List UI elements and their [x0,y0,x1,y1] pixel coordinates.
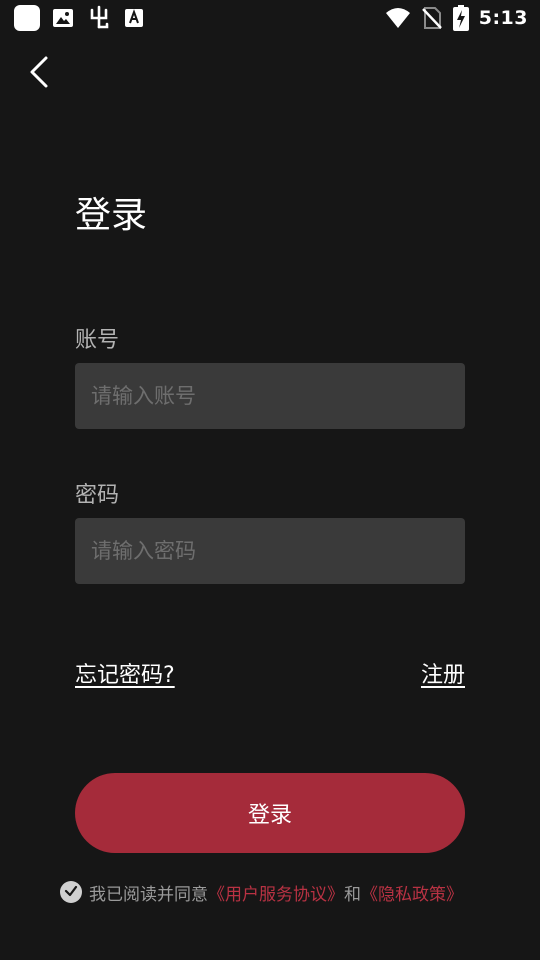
status-bar: 5:13 [0,0,540,36]
no-sim-icon [421,6,443,30]
status-right-icons: 5:13 [385,5,528,31]
privacy-policy-link[interactable]: 《隐私政策》 [361,880,463,905]
account-input[interactable] [75,363,465,429]
agreement-prefix: 我已阅读并同意 [89,884,208,905]
back-button[interactable] [22,54,56,94]
user-agreement-link[interactable]: 《用户服务协议》 [208,880,344,905]
password-label: 密码 [75,483,120,508]
chevron-left-icon [28,55,50,93]
status-left-icons [14,5,144,31]
app-square-icon [14,5,40,31]
wifi-icon [385,7,411,29]
agreement-checkbox[interactable] [60,881,82,903]
checkmark-icon [64,882,78,902]
login-screen: 5:13 登录 账号 密码 忘记密码? 注册 登录 我已阅读并同意 《用户服务协… [0,0,540,960]
agreement-row: 我已阅读并同意 《用户服务协议》 和 《隐私政策》 [60,878,463,906]
login-button[interactable]: 登录 [75,773,465,853]
bug-icon [86,5,112,31]
page-title: 登录 [75,195,148,236]
status-time: 5:13 [478,7,528,29]
agreement-and: 和 [344,884,361,905]
password-input[interactable] [75,518,465,584]
account-label: 账号 [75,328,120,353]
image-icon [52,7,74,29]
font-a-icon [124,8,144,28]
forgot-password-link[interactable]: 忘记密码? [75,657,175,689]
register-link[interactable]: 注册 [421,657,465,689]
battery-charging-icon [452,5,469,31]
